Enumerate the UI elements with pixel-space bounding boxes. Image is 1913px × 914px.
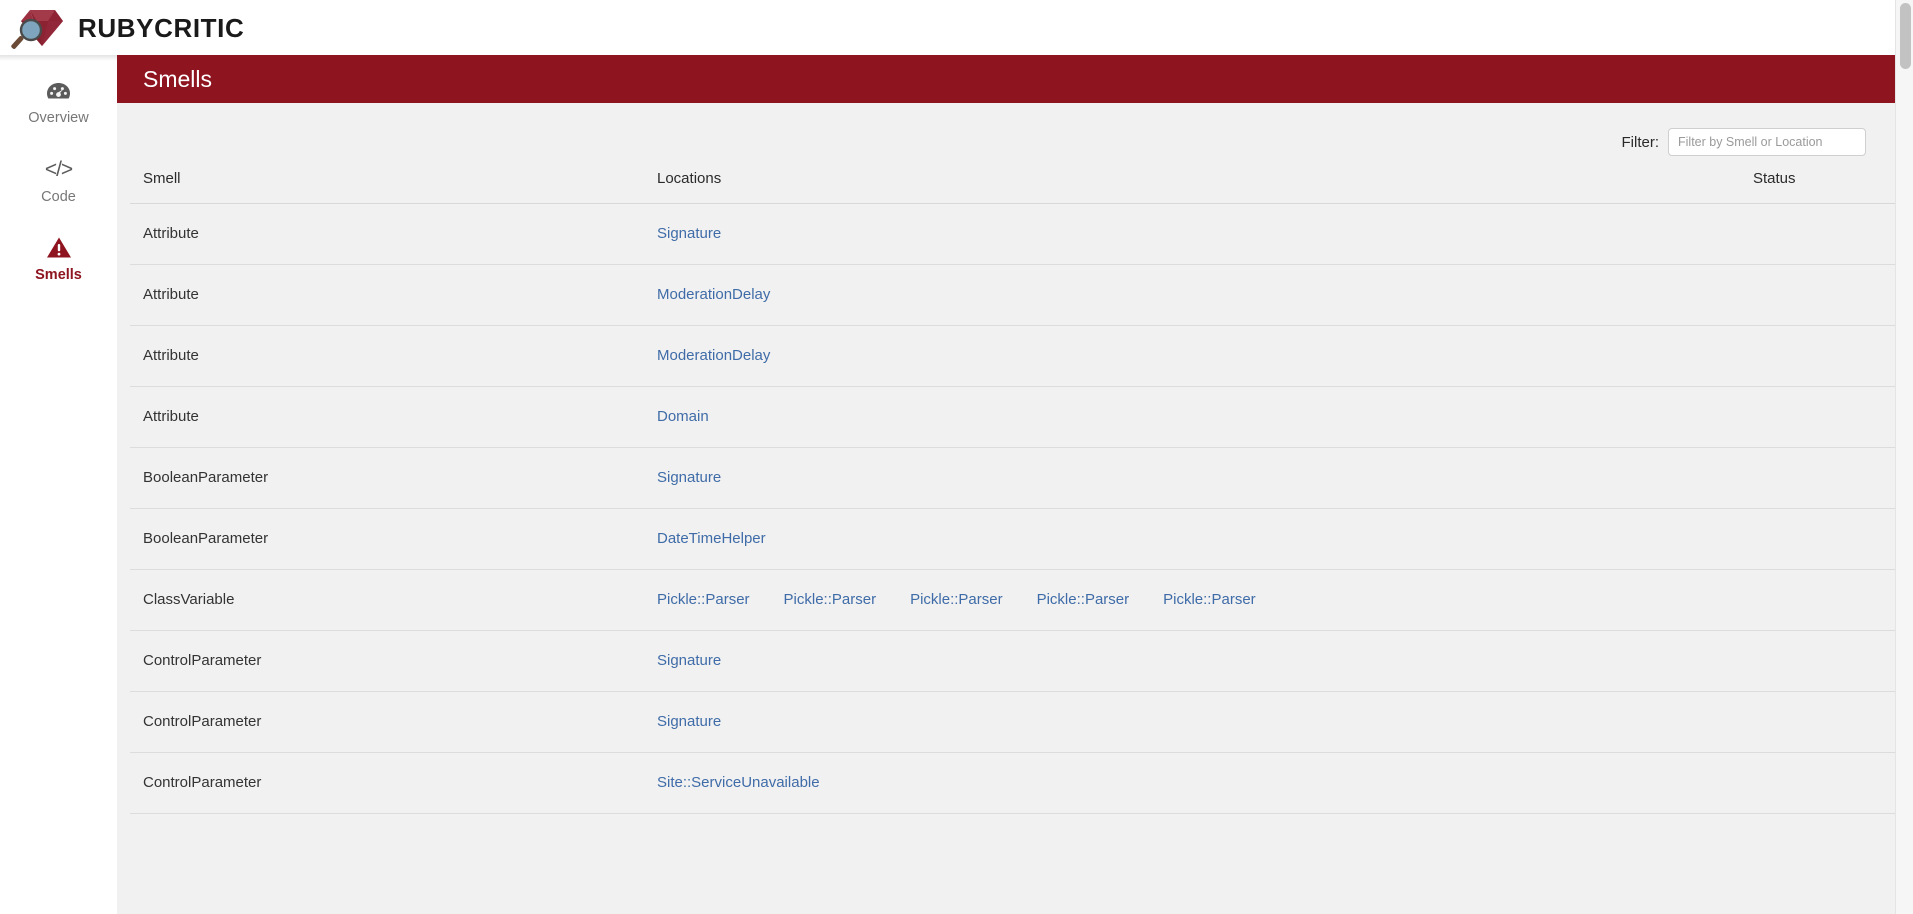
cell-status	[1753, 264, 1895, 326]
location-link[interactable]: Pickle::Parser	[784, 591, 877, 608]
cell-locations: ModerationDelay	[657, 325, 1753, 387]
cell-smell: BooleanParameter	[130, 447, 657, 509]
page-scrollbar[interactable]	[1895, 0, 1913, 914]
filter-input[interactable]	[1668, 128, 1866, 156]
cell-status	[1753, 386, 1895, 448]
code-brackets-icon: </>	[44, 157, 73, 181]
table-row: BooleanParameter Signature	[130, 447, 1895, 509]
cell-smell: BooleanParameter	[130, 508, 657, 570]
cell-locations: Signature	[657, 630, 1753, 692]
cell-smell: ControlParameter	[130, 752, 657, 814]
cell-status	[1753, 630, 1895, 692]
filter-label: Filter:	[1621, 133, 1660, 151]
table-row: BooleanParameter DateTimeHelper	[130, 508, 1895, 570]
sidebar-item-code[interactable]: </> Code	[0, 148, 117, 215]
column-header-locations[interactable]: Locations	[657, 170, 1753, 204]
location-link[interactable]: Pickle::Parser	[657, 591, 750, 608]
page-title: Smells	[143, 65, 213, 92]
main-content: Smells Filter: Smell Locations Status At…	[117, 55, 1895, 914]
table-header-row: Smell Locations Status	[130, 170, 1895, 204]
warning-triangle-icon	[0, 235, 117, 261]
location-link[interactable]: Site::ServiceUnavailable	[657, 774, 820, 791]
cell-smell: ControlParameter	[130, 691, 657, 753]
table-row: Attribute Signature	[130, 203, 1895, 265]
cell-smell: Attribute	[130, 325, 657, 387]
location-link[interactable]: Pickle::Parser	[1037, 591, 1130, 608]
smells-table: Smell Locations Status Attribute Signatur…	[130, 170, 1895, 814]
column-header-smell[interactable]: Smell	[130, 170, 657, 204]
filter-row: Filter:	[130, 103, 1882, 170]
brand-bar: RUBYCRITIC	[0, 0, 1895, 55]
table-row: ControlParameter Signature	[130, 691, 1895, 753]
cell-status	[1753, 569, 1895, 631]
smells-table-body: Attribute Signature Attribute ModerationDel…	[130, 203, 1895, 814]
cell-smell: Attribute	[130, 386, 657, 448]
cell-smell: ControlParameter	[130, 630, 657, 692]
cell-locations: Signature	[657, 691, 1753, 753]
cell-status	[1753, 203, 1895, 265]
location-link[interactable]: ModerationDelay	[657, 286, 770, 303]
table-row: Attribute Domain	[130, 386, 1895, 448]
cell-locations: Signature	[657, 447, 1753, 509]
rubycritic-app: RUBYCRITIC Overview </> Code Smells Smel…	[0, 0, 1913, 914]
location-link[interactable]: ModerationDelay	[657, 347, 770, 364]
brand-title: RUBYCRITIC	[78, 12, 245, 43]
sidebar-item-overview[interactable]: Overview	[0, 69, 117, 136]
cell-smell: Attribute	[130, 203, 657, 265]
cell-smell: Attribute	[130, 264, 657, 326]
cell-status	[1753, 691, 1895, 753]
column-header-status[interactable]: Status	[1753, 170, 1895, 204]
location-link[interactable]: Signature	[657, 469, 721, 486]
cell-status	[1753, 752, 1895, 814]
cell-locations: ModerationDelay	[657, 264, 1753, 326]
cell-locations: Pickle::Parser Pickle::Parser Pickle::Pars…	[657, 569, 1753, 631]
cell-status	[1753, 447, 1895, 509]
cell-status	[1753, 508, 1895, 570]
page-header: Smells	[117, 55, 1895, 103]
dashboard-gauge-icon	[0, 78, 117, 104]
sidebar-item-smells[interactable]: Smells	[0, 226, 117, 293]
location-link[interactable]: DateTimeHelper	[657, 530, 766, 547]
location-link[interactable]: Pickle::Parser	[910, 591, 1003, 608]
page-scrollbar-thumb[interactable]	[1900, 3, 1911, 69]
table-row: ClassVariable Pickle::Parser Pickle::Parse…	[130, 569, 1895, 631]
table-row: Attribute ModerationDelay	[130, 264, 1895, 326]
sidebar: Overview </> Code Smells	[0, 55, 117, 914]
sidebar-item-label: Smells	[35, 267, 82, 283]
location-link[interactable]: Signature	[657, 652, 721, 669]
location-link[interactable]: Domain	[657, 408, 709, 425]
location-link[interactable]: Pickle::Parser	[1163, 591, 1256, 608]
cell-locations: DateTimeHelper	[657, 508, 1753, 570]
location-link[interactable]: Signature	[657, 713, 721, 730]
table-row: ControlParameter Signature	[130, 630, 1895, 692]
cell-status	[1753, 325, 1895, 387]
cell-locations: Domain	[657, 386, 1753, 448]
location-link[interactable]: Signature	[657, 225, 721, 242]
cell-locations: Site::ServiceUnavailable	[657, 752, 1753, 814]
cell-smell: ClassVariable	[130, 569, 657, 631]
smells-table-head: Smell Locations Status	[130, 170, 1895, 204]
table-row: ControlParameter Site::ServiceUnavailable	[130, 752, 1895, 814]
content-body: Filter: Smell Locations Status Attribute…	[117, 103, 1895, 814]
cell-locations: Signature	[657, 203, 1753, 265]
sidebar-item-label: Code	[41, 188, 76, 205]
ruby-magnifier-icon	[10, 5, 68, 51]
sidebar-item-label: Overview	[28, 110, 89, 126]
table-row: Attribute ModerationDelay	[130, 325, 1895, 387]
